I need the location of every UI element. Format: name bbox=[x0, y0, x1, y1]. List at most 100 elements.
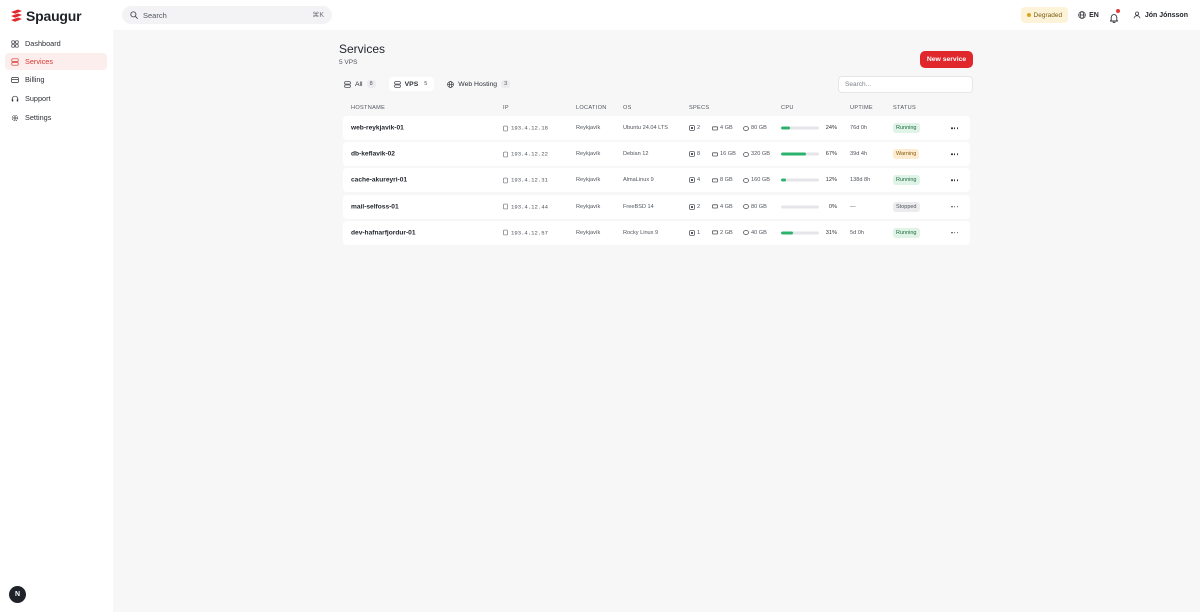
language-label: EN bbox=[1089, 11, 1099, 19]
ip-value: 193.4.12.22 bbox=[511, 150, 548, 158]
ip-cell[interactable]: 193.4.12.57 bbox=[503, 229, 548, 236]
new-service-button[interactable]: New service bbox=[920, 51, 973, 68]
column-header-location[interactable]: LOCATION bbox=[576, 105, 607, 111]
hostname-cell[interactable]: web-reykjavik-01 bbox=[351, 125, 404, 132]
sidebar-item-settings[interactable]: Settings bbox=[5, 109, 107, 126]
assistant-button[interactable]: N bbox=[9, 586, 26, 603]
os-cell: Rocky Linux 9 bbox=[623, 229, 659, 236]
user-icon bbox=[1133, 11, 1141, 19]
system-status-badge[interactable]: Degraded bbox=[1020, 7, 1069, 23]
table-row[interactable]: cache-akureyri-01 193.4.12.31 Reykjavík … bbox=[343, 168, 970, 193]
table-row[interactable]: db-keflavik-02 193.4.12.22 Reykjavík Deb… bbox=[343, 142, 970, 167]
copy-icon[interactable] bbox=[503, 177, 508, 184]
column-header-hostname[interactable]: HOSTNAME bbox=[351, 105, 385, 111]
disk-icon bbox=[743, 125, 749, 131]
tab-count: 3 bbox=[501, 80, 511, 88]
disk-value: 160 GB bbox=[751, 177, 770, 184]
ip-cell[interactable]: 193.4.12.44 bbox=[503, 203, 548, 210]
column-header-cpu[interactable]: CPU bbox=[781, 105, 794, 111]
column-header-specs[interactable]: SPECS bbox=[689, 105, 709, 111]
tab-web-hosting[interactable]: Web Hosting 3 bbox=[442, 77, 515, 91]
ram-spec: 4 GB bbox=[712, 204, 733, 210]
tab-count: 5 bbox=[424, 81, 428, 87]
cpu-chip-icon bbox=[689, 229, 695, 236]
cpu-cores-spec: 4 bbox=[689, 177, 700, 183]
sidebar-item-label: Settings bbox=[25, 113, 52, 122]
status-badge: Running bbox=[893, 123, 920, 133]
ip-cell[interactable]: 193.4.12.18 bbox=[503, 125, 548, 132]
more-actions-icon[interactable] bbox=[951, 231, 959, 234]
hostname-cell[interactable]: dev-hafnarfjordur-01 bbox=[351, 229, 415, 236]
more-actions-icon[interactable] bbox=[951, 127, 959, 129]
sidebar-item-billing[interactable]: Billing bbox=[5, 71, 107, 88]
disk-spec: 160 GB bbox=[743, 177, 770, 183]
column-header-os[interactable]: OS bbox=[623, 105, 632, 111]
ip-value: 193.4.12.44 bbox=[511, 203, 548, 211]
cpu-usage-value: 0% bbox=[828, 203, 837, 210]
cpu-usage-value: 31% bbox=[825, 229, 837, 236]
more-actions-icon[interactable] bbox=[951, 179, 959, 182]
cpu-cores-spec: 2 bbox=[689, 125, 700, 131]
status-badge: Running bbox=[893, 175, 920, 186]
disk-icon bbox=[743, 151, 749, 157]
column-header-status[interactable]: STATUS bbox=[893, 105, 916, 111]
notifications-button[interactable] bbox=[1109, 9, 1120, 24]
copy-icon[interactable] bbox=[503, 151, 508, 157]
sidebar: Dashboard Services Billing Support Setti… bbox=[0, 30, 113, 612]
tab-all[interactable]: All 8 bbox=[339, 77, 381, 91]
copy-icon[interactable] bbox=[503, 125, 508, 131]
sidebar-item-support[interactable]: Support bbox=[5, 90, 107, 107]
disk-value: 40 GB bbox=[751, 229, 767, 236]
ram-value: 16 GB bbox=[720, 151, 736, 158]
cpu-usage-bar bbox=[781, 178, 819, 182]
cpu-cores-value: 2 bbox=[697, 125, 701, 131]
more-actions-icon[interactable] bbox=[951, 205, 959, 208]
ip-cell[interactable]: 193.4.12.22 bbox=[503, 151, 548, 158]
globe-icon bbox=[447, 80, 455, 88]
memory-icon bbox=[712, 152, 718, 157]
uptime-cell: 76d 0h bbox=[850, 125, 868, 131]
service-type-tabs: All 8 VPS 5 Web Hosting 3 bbox=[339, 77, 515, 91]
cpu-cores-value: 2 bbox=[697, 203, 701, 210]
os-cell: FreeBSD 14 bbox=[623, 203, 654, 210]
hostname-cell[interactable]: cache-akureyri-01 bbox=[351, 177, 407, 184]
disk-value: 320 GB bbox=[751, 151, 770, 158]
copy-icon[interactable] bbox=[503, 230, 508, 236]
card-icon bbox=[11, 76, 19, 83]
user-menu[interactable]: Jón Jónsson bbox=[1133, 11, 1188, 19]
cpu-chip-icon bbox=[689, 203, 695, 210]
assistant-button-label: N bbox=[14, 591, 21, 598]
cpu-usage-value: 24% bbox=[825, 125, 837, 131]
sidebar-item-label: Dashboard bbox=[25, 39, 61, 48]
hostname-cell[interactable]: db-keflavik-02 bbox=[351, 151, 395, 158]
sidebar-item-label: Support bbox=[25, 94, 51, 103]
sidebar-item-dashboard[interactable]: Dashboard bbox=[5, 35, 107, 52]
ip-cell[interactable]: 193.4.12.31 bbox=[503, 177, 548, 184]
column-header-ip[interactable]: IP bbox=[503, 105, 509, 111]
uptime-cell: 39d 4h bbox=[850, 151, 868, 158]
location-cell: Reykjavík bbox=[576, 229, 601, 236]
tab-label: All bbox=[355, 80, 363, 88]
cpu-cores-spec: 1 bbox=[689, 230, 700, 236]
top-bar: Spaugur Search ⌘K Degraded EN Jón Jónsso… bbox=[0, 0, 1200, 30]
app-logo[interactable]: Spaugur bbox=[10, 8, 82, 24]
uptime-cell: 138d 8h bbox=[850, 177, 871, 184]
table-row[interactable]: mail-selfoss-01 193.4.12.44 Reykjavík Fr… bbox=[343, 194, 970, 219]
disk-spec: 80 GB bbox=[743, 204, 767, 210]
sidebar-item-services[interactable]: Services bbox=[5, 53, 107, 70]
copy-icon[interactable] bbox=[503, 203, 508, 210]
search-placeholder: Search bbox=[143, 10, 167, 20]
sidebar-item-label: Billing bbox=[25, 75, 45, 84]
tab-vps[interactable]: VPS 5 bbox=[388, 77, 435, 91]
language-switcher[interactable]: EN bbox=[1078, 11, 1099, 19]
ram-spec: 8 GB bbox=[712, 177, 733, 183]
more-actions-icon[interactable] bbox=[951, 153, 959, 155]
table-row[interactable]: dev-hafnarfjordur-01 193.4.12.57 Reykjav… bbox=[343, 220, 970, 245]
hostname-cell[interactable]: mail-selfoss-01 bbox=[351, 203, 399, 210]
services-filter-input[interactable] bbox=[838, 76, 973, 93]
global-search[interactable]: Search ⌘K bbox=[122, 6, 332, 24]
table-row[interactable]: web-reykjavik-01 193.4.12.18 Reykjavík U… bbox=[343, 116, 970, 140]
column-header-uptime[interactable]: UPTIME bbox=[850, 105, 873, 111]
server-icon bbox=[11, 57, 19, 66]
uptime-cell: 5d 0h bbox=[850, 229, 864, 236]
